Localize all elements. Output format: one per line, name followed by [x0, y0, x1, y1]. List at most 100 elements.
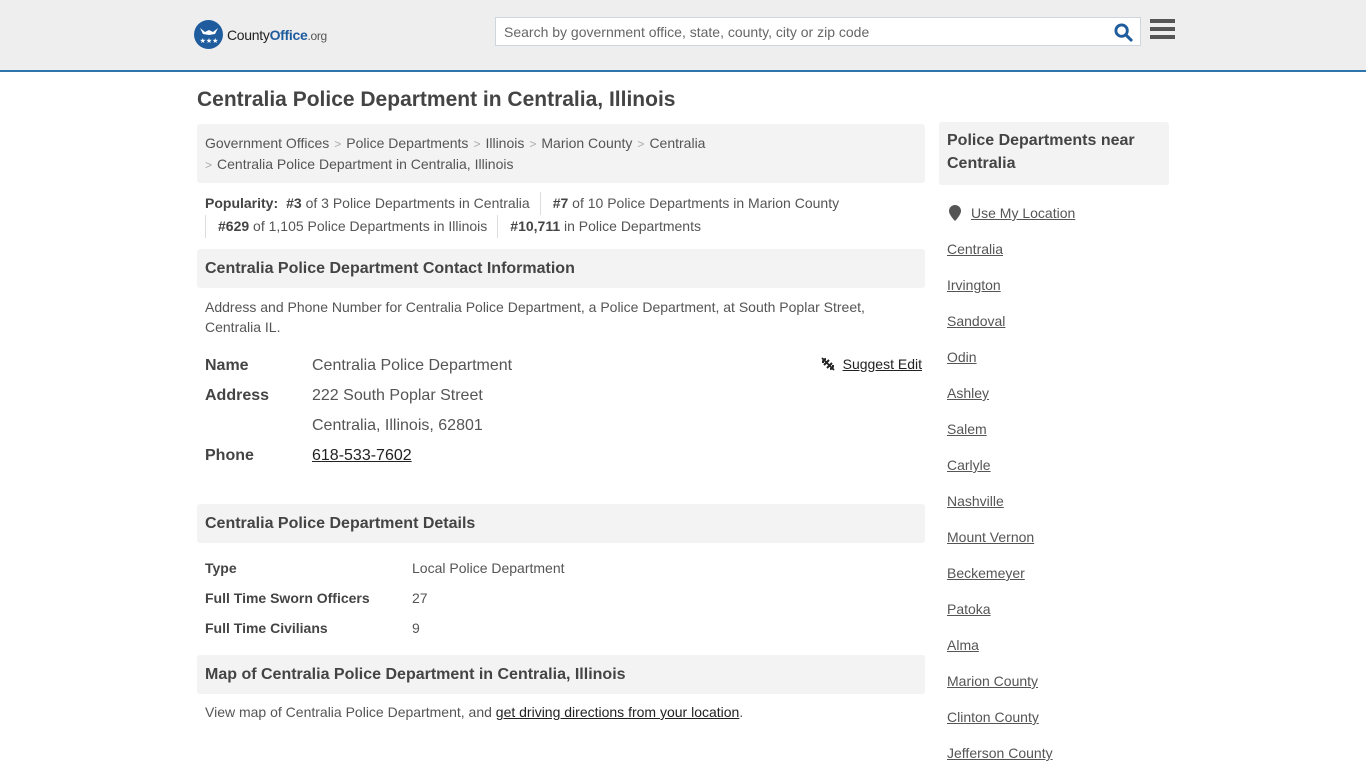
- details-row: Full Time Sworn Officers 27: [205, 583, 917, 613]
- list-item: Centralia: [947, 231, 1161, 267]
- breadcrumb: Government Offices > Police Departments > Il…: [197, 124, 925, 183]
- search-button[interactable]: [1112, 21, 1134, 43]
- list-item: Marion County: [947, 663, 1161, 699]
- nearby-link[interactable]: Beckemeyer: [947, 565, 1025, 581]
- details-value: Local Police Department: [412, 560, 565, 576]
- site-logo[interactable]: ★★★ CountyOffice.org: [194, 20, 327, 49]
- suggest-edit-link[interactable]: Suggest Edit: [843, 356, 922, 372]
- nearby-link[interactable]: Centralia: [947, 241, 1003, 257]
- logo-office: Office: [269, 26, 308, 43]
- nearby-link[interactable]: Alma: [947, 637, 979, 653]
- list-item: Carlyle: [947, 447, 1161, 483]
- logo-text: CountyOffice.org: [227, 27, 327, 43]
- contact-row-address: Address 222 South Poplar Street: [205, 381, 917, 411]
- details-label: Type: [205, 560, 237, 576]
- breadcrumb-centralia[interactable]: Centralia: [649, 135, 705, 151]
- breadcrumb-separator: >: [529, 137, 537, 151]
- breadcrumb-police-departments[interactable]: Police Departments: [346, 135, 468, 151]
- logo-county: County: [227, 26, 270, 43]
- address-line1: 222 South Poplar Street: [312, 387, 483, 404]
- nearby-link[interactable]: Sandoval: [947, 313, 1005, 329]
- map-section-heading: Map of Centralia Police Department in Ce…: [197, 655, 925, 694]
- sidebar: Police Departments near Centralia Use My…: [939, 122, 1169, 771]
- map-description: View map of Centralia Police Department,…: [197, 694, 925, 720]
- name-label: Name: [205, 357, 249, 374]
- contact-row-phone: Phone 618-533-7602: [205, 441, 917, 471]
- popularity-text: of 10 Police Departments in Marion Count…: [568, 195, 840, 211]
- details-value: 9: [412, 620, 420, 636]
- menu-bar: [1150, 19, 1175, 23]
- list-item: Beckemeyer: [947, 555, 1161, 591]
- nearby-link[interactable]: Marion County: [947, 673, 1038, 689]
- nearby-link[interactable]: Nashville: [947, 493, 1004, 509]
- list-item: Jefferson County: [947, 735, 1161, 771]
- details-table: Type Local Police Department Full Time S…: [197, 543, 925, 643]
- sidebar-heading: Police Departments near Centralia: [939, 122, 1169, 185]
- breadcrumb-separator: >: [205, 158, 213, 172]
- nearby-link[interactable]: Mount Vernon: [947, 529, 1034, 545]
- breadcrumb-illinois[interactable]: Illinois: [485, 135, 524, 151]
- nearby-link[interactable]: Odin: [947, 349, 977, 365]
- search-bar: [495, 17, 1141, 46]
- nearby-link[interactable]: Carlyle: [947, 457, 991, 473]
- name-value: Centralia Police Department: [312, 357, 513, 374]
- broken-link-icon: [820, 357, 835, 371]
- list-item: Odin: [947, 339, 1161, 375]
- address-label: Address: [205, 387, 270, 404]
- nearby-link[interactable]: Salem: [947, 421, 987, 437]
- popularity-line: #629 of 1,105 Police Departments in Illi…: [205, 215, 917, 238]
- list-item: Ashley: [947, 375, 1161, 411]
- list-item: Patoka: [947, 591, 1161, 627]
- nearby-link[interactable]: Ashley: [947, 385, 989, 401]
- map-pin-icon: [949, 205, 961, 221]
- list-item: Alma: [947, 627, 1161, 663]
- popularity-rank: #7: [552, 195, 569, 211]
- svg-text:★★★: ★★★: [199, 37, 218, 45]
- popularity-line: Popularity: #3 of 3 Police Departments in…: [205, 192, 917, 215]
- list-item: Nashville: [947, 483, 1161, 519]
- use-my-location-link[interactable]: Use My Location: [971, 205, 1075, 221]
- address-line2: Centralia, Illinois, 62801: [312, 417, 483, 434]
- phone-link[interactable]: 618-533-7602: [312, 447, 412, 465]
- details-row: Type Local Police Department: [205, 553, 917, 583]
- popularity-text: of 1,105 Police Departments in Illinois: [249, 218, 488, 234]
- popularity-rank: #629: [218, 218, 250, 234]
- details-row: Full Time Civilians 9: [205, 613, 917, 643]
- driving-directions-link[interactable]: get driving directions from your locatio…: [496, 704, 740, 720]
- details-section-heading: Centralia Police Department Details: [197, 504, 925, 543]
- search-icon: [1113, 22, 1133, 42]
- popularity-label: Popularity:: [205, 195, 279, 211]
- list-item: Salem: [947, 411, 1161, 447]
- suggest-edit-button[interactable]: Suggest Edit: [820, 356, 922, 372]
- hamburger-menu-icon[interactable]: [1150, 19, 1175, 41]
- contact-info: Suggest Edit Name Centralia Police Depar…: [197, 351, 925, 471]
- contact-row-address-2: Centralia, Illinois, 62801: [205, 411, 917, 441]
- nearby-list: Use My Location Centralia Irvington Sand…: [939, 195, 1169, 771]
- popularity-item: #7 of 10 Police Departments in Marion Co…: [539, 192, 849, 215]
- popularity-item: #10,711 in Police Departments: [497, 215, 711, 238]
- nearby-link[interactable]: Jefferson County: [947, 745, 1053, 761]
- nearby-link[interactable]: Clinton County: [947, 709, 1039, 725]
- popularity-item: #3 of 3 Police Departments in Centralia: [286, 192, 540, 215]
- main-content: Government Offices > Police Departments > Il…: [197, 124, 925, 720]
- breadcrumb-government-offices[interactable]: Government Offices: [205, 135, 329, 151]
- nearby-link[interactable]: Irvington: [947, 277, 1001, 293]
- breadcrumb-separator: >: [334, 137, 342, 151]
- breadcrumb-current: Centralia Police Department in Centralia…: [217, 156, 514, 172]
- breadcrumb-separator: >: [637, 137, 645, 151]
- list-item: Mount Vernon: [947, 519, 1161, 555]
- site-header: ★★★ CountyOffice.org: [0, 0, 1366, 72]
- popularity: Popularity: #3 of 3 Police Departments in…: [197, 183, 925, 238]
- contact-section-heading: Centralia Police Department Contact Info…: [197, 249, 925, 288]
- details-label: Full Time Civilians: [205, 620, 328, 636]
- list-item: Irvington: [947, 267, 1161, 303]
- popularity-text: in Police Departments: [560, 218, 701, 234]
- search-input[interactable]: [496, 18, 1096, 45]
- breadcrumb-marion-county[interactable]: Marion County: [541, 135, 632, 151]
- popularity-text: of 3 Police Departments in Centralia: [301, 195, 530, 211]
- popularity-rank: #3: [286, 195, 302, 211]
- details-label: Full Time Sworn Officers: [205, 590, 370, 606]
- list-item: Sandoval: [947, 303, 1161, 339]
- nearby-link[interactable]: Patoka: [947, 601, 991, 617]
- details-value: 27: [412, 590, 428, 606]
